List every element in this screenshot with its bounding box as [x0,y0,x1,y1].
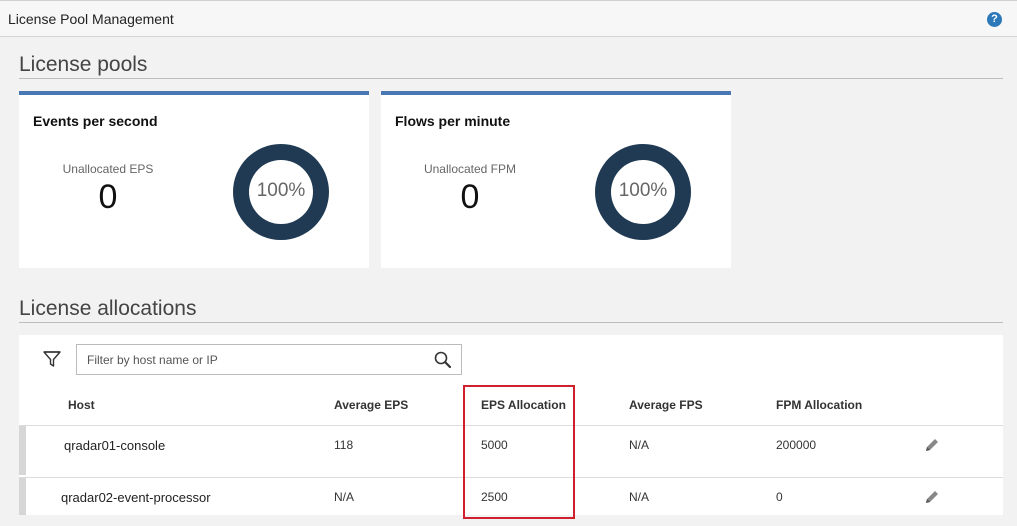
search-input[interactable] [77,345,427,374]
donut-percent: 100% [256,180,306,201]
row-stripe [19,426,26,475]
average-eps-cell: 118 [334,438,354,452]
unallocated-eps-label: Unallocated EPS [62,162,154,176]
search-field [76,344,462,375]
unallocated-fpm-label: Unallocated FPM [423,162,517,176]
filter-icon[interactable] [43,350,61,368]
eps-pool-card: Events per second Unallocated EPS 0 100% [19,91,369,268]
eps-donut-chart: 100% [233,144,329,240]
row-stripe [19,478,26,515]
section-divider [19,78,1003,79]
column-header-average-eps[interactable]: Average EPS [334,398,408,412]
license-pools-heading: License pools [19,53,148,76]
donut-percent: 100% [618,180,668,201]
pencil-icon[interactable] [923,436,941,454]
license-allocations-heading: License allocations [19,297,197,320]
card-title: Events per second [33,113,158,129]
host-cell: qradar02-event-processor [61,490,211,505]
card-title: Flows per minute [395,113,511,129]
unallocated-fpm-value: 0 [460,178,480,216]
column-header-host[interactable]: Host [68,398,95,412]
fpm-donut-chart: 100% [595,144,691,240]
pencil-icon[interactable] [923,488,941,506]
fpm-allocation-cell: 200000 [776,438,817,452]
host-cell: qradar01-console [64,438,166,453]
unallocated-eps-value: 0 [98,178,118,216]
title-bar: License Pool Management ? [0,0,1017,37]
fpm-allocation-cell: 0 [776,490,783,504]
section-divider [19,322,1003,323]
fpm-pool-card: Flows per minute Unallocated FPM 0 100% [381,91,731,268]
eps-allocation-highlight [463,385,575,519]
column-header-average-fps[interactable]: Average FPS [629,398,703,412]
average-eps-cell: N/A [334,490,355,504]
average-fps-cell: N/A [629,438,650,452]
help-icon[interactable]: ? [987,12,1002,27]
window-title: License Pool Management [8,11,174,27]
column-header-fpm-allocation[interactable]: FPM Allocation [776,398,862,412]
search-icon[interactable] [433,350,453,370]
average-fps-cell: N/A [629,490,650,504]
